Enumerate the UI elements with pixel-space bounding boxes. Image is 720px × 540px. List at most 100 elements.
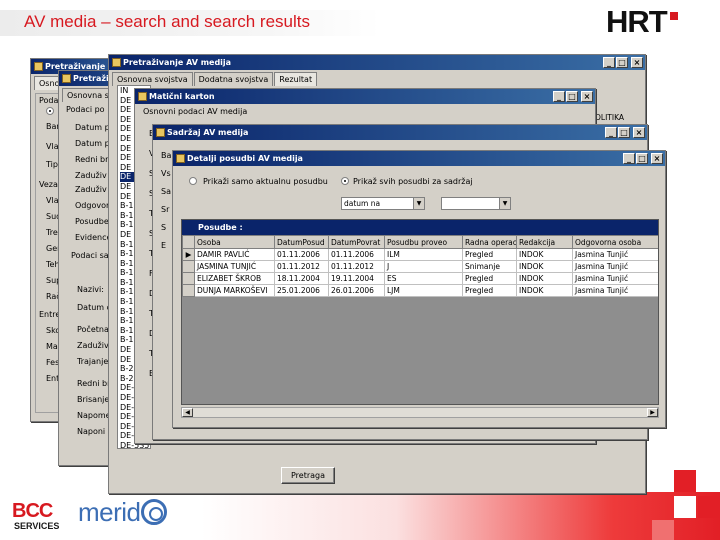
hrt-logo-dot <box>670 12 678 20</box>
close-icon[interactable]: × <box>633 127 645 138</box>
table-cell: Jasmina Tunjić <box>572 260 658 273</box>
table-cell: JASMINA TUNJIĆ <box>194 260 275 273</box>
table-cell: 26.01.2006 <box>328 284 385 297</box>
label: Podaci po <box>66 105 105 114</box>
tab-additional[interactable]: Dodatna svojstva <box>193 72 274 86</box>
search-button[interactable]: Pretraga <box>281 467 335 484</box>
minimize-icon[interactable]: _ <box>623 153 635 164</box>
tab-strip: Osnovna svojstva Dodatna svojstva Rezult… <box>109 72 645 86</box>
table-row[interactable]: JASMINA TUNJIĆ 01.11.2012 01.11.2012 J Snima… <box>182 260 658 273</box>
section-label: Osnovni podaci AV medija <box>143 107 248 116</box>
radio-all-loans-label: Prikaž svih posudbi za sadržaj <box>353 177 473 186</box>
deco-square <box>674 496 696 518</box>
maximize-icon[interactable]: □ <box>618 127 630 138</box>
table-cell: INDOK <box>516 272 573 285</box>
radio-current-loan[interactable] <box>189 177 197 185</box>
current-row-arrow-icon[interactable]: ▶ <box>182 248 195 261</box>
table-cell: 01.11.2012 <box>274 260 329 273</box>
titlebar: Detalji posudbi AV medija _ □ × <box>173 151 665 166</box>
table-cell: LJM <box>384 284 463 297</box>
field-label: E <box>161 241 167 250</box>
grid-caption: Posudbe : <box>182 220 658 235</box>
table-row[interactable]: ELIZABET ŠKROB 18.11.2004 19.11.2004 ES Preg… <box>182 272 658 285</box>
label: Podaci sa <box>71 251 109 260</box>
label: Početna <box>77 325 109 334</box>
field-label: Sr <box>161 205 170 214</box>
table-cell: INDOK <box>516 260 573 273</box>
chevron-down-icon: ▼ <box>413 198 424 209</box>
bcc-logo: BCC SERVICES <box>12 500 70 532</box>
loans-table: Osoba DatumPosud DatumPovrat Posudbu proveo… <box>182 235 658 297</box>
slide-title: AV media – search and search results <box>24 12 310 31</box>
chevron-down-icon: ▼ <box>499 198 510 209</box>
label: Zaduživ <box>75 185 107 194</box>
table-cell: INDOK <box>516 248 573 261</box>
label: Zaduživ <box>77 341 109 350</box>
result-column-text: OLITIKA <box>595 113 625 122</box>
label: Brisanje <box>77 395 110 404</box>
table-cell: 01.11.2012 <box>328 260 385 273</box>
column-header[interactable]: Posudbu proveo <box>384 235 463 249</box>
radio-current-loan-label: Prikaži samo aktualnu posudbu <box>203 177 328 186</box>
tab-result[interactable]: Rezultat <box>274 72 318 86</box>
radio[interactable] <box>46 107 54 115</box>
app-icon <box>176 154 185 163</box>
row-header[interactable] <box>182 272 195 285</box>
close-icon[interactable]: × <box>581 91 593 102</box>
column-header[interactable]: Redakcija <box>516 235 573 249</box>
column-header[interactable]: Odgovorna osoba <box>572 235 658 249</box>
bcc-logo-text: BCC <box>12 500 53 522</box>
table-cell: 01.11.2006 <box>274 248 329 261</box>
table-cell: Pregled <box>462 248 517 261</box>
app-icon <box>34 62 43 71</box>
column-header[interactable]: DatumPosud <box>274 235 329 249</box>
tab-basic[interactable]: Osnovna svojstva <box>112 72 193 86</box>
scroll-left-icon[interactable]: ◀ <box>182 408 193 417</box>
table-cell: Pregled <box>462 272 517 285</box>
loan-details-window: Detalji posudbi AV medija _ □ × Prikaži … <box>172 150 666 428</box>
label: Naponi <box>77 427 106 436</box>
table-cell: ES <box>384 272 463 285</box>
window-title: Sadržaj AV medija <box>167 128 249 137</box>
table-cell: 25.01.2006 <box>274 284 329 297</box>
table-cell: INDOK <box>516 284 573 297</box>
maximize-icon[interactable]: □ <box>566 91 578 102</box>
scroll-right-icon[interactable]: ▶ <box>647 408 658 417</box>
table-row[interactable]: ▶ DAMIR PAVLIĆ 01.11.2006 01.11.2006 ILM Preg… <box>182 248 658 261</box>
horizontal-scrollbar[interactable]: ◀ ▶ <box>181 407 659 418</box>
close-icon[interactable]: × <box>631 57 643 68</box>
minimize-icon[interactable]: _ <box>603 57 615 68</box>
maximize-icon[interactable]: □ <box>636 153 648 164</box>
minimize-icon[interactable]: _ <box>605 127 617 138</box>
column-header[interactable]: DatumPovrat <box>328 235 385 249</box>
table-row[interactable]: DUNJA MARKOŠEVI 25.01.2006 26.01.2006 LJM Pr… <box>182 284 658 297</box>
app-icon <box>62 74 71 83</box>
sort-field-select[interactable]: datum na ▼ <box>341 197 425 210</box>
table-cell: Jasmina Tunjić <box>572 272 658 285</box>
table-cell: 19.11.2004 <box>328 272 385 285</box>
table-cell: Jasmina Tunjić <box>572 248 658 261</box>
loans-grid: Posudbe : Osoba DatumPosud DatumPovrat Posu… <box>181 219 659 405</box>
hrt-logo: HRT <box>606 6 684 38</box>
row-header-corner <box>182 235 195 249</box>
table-cell: 18.11.2004 <box>274 272 329 285</box>
maximize-icon[interactable]: □ <box>616 57 628 68</box>
deco-square <box>698 496 720 518</box>
row-header[interactable] <box>182 284 195 297</box>
window-controls: _ □ × <box>553 91 593 102</box>
sort-order-select[interactable]: ▼ <box>441 197 511 210</box>
column-header[interactable]: Osoba <box>194 235 275 249</box>
app-icon <box>156 128 165 137</box>
meridio-logo-text: merid <box>78 497 141 527</box>
label: Zaduživ <box>75 171 107 180</box>
radio-all-loans[interactable] <box>341 177 349 185</box>
app-icon <box>112 58 121 67</box>
window-title: Detalji posudbi AV medija <box>187 154 303 163</box>
minimize-icon[interactable]: _ <box>553 91 565 102</box>
column-header[interactable]: Radna operac <box>462 235 517 249</box>
deco-square <box>674 470 696 492</box>
label: Evidence <box>75 233 112 242</box>
row-header[interactable] <box>182 260 195 273</box>
table-cell: Pregled <box>462 284 517 297</box>
close-icon[interactable]: × <box>651 153 663 164</box>
